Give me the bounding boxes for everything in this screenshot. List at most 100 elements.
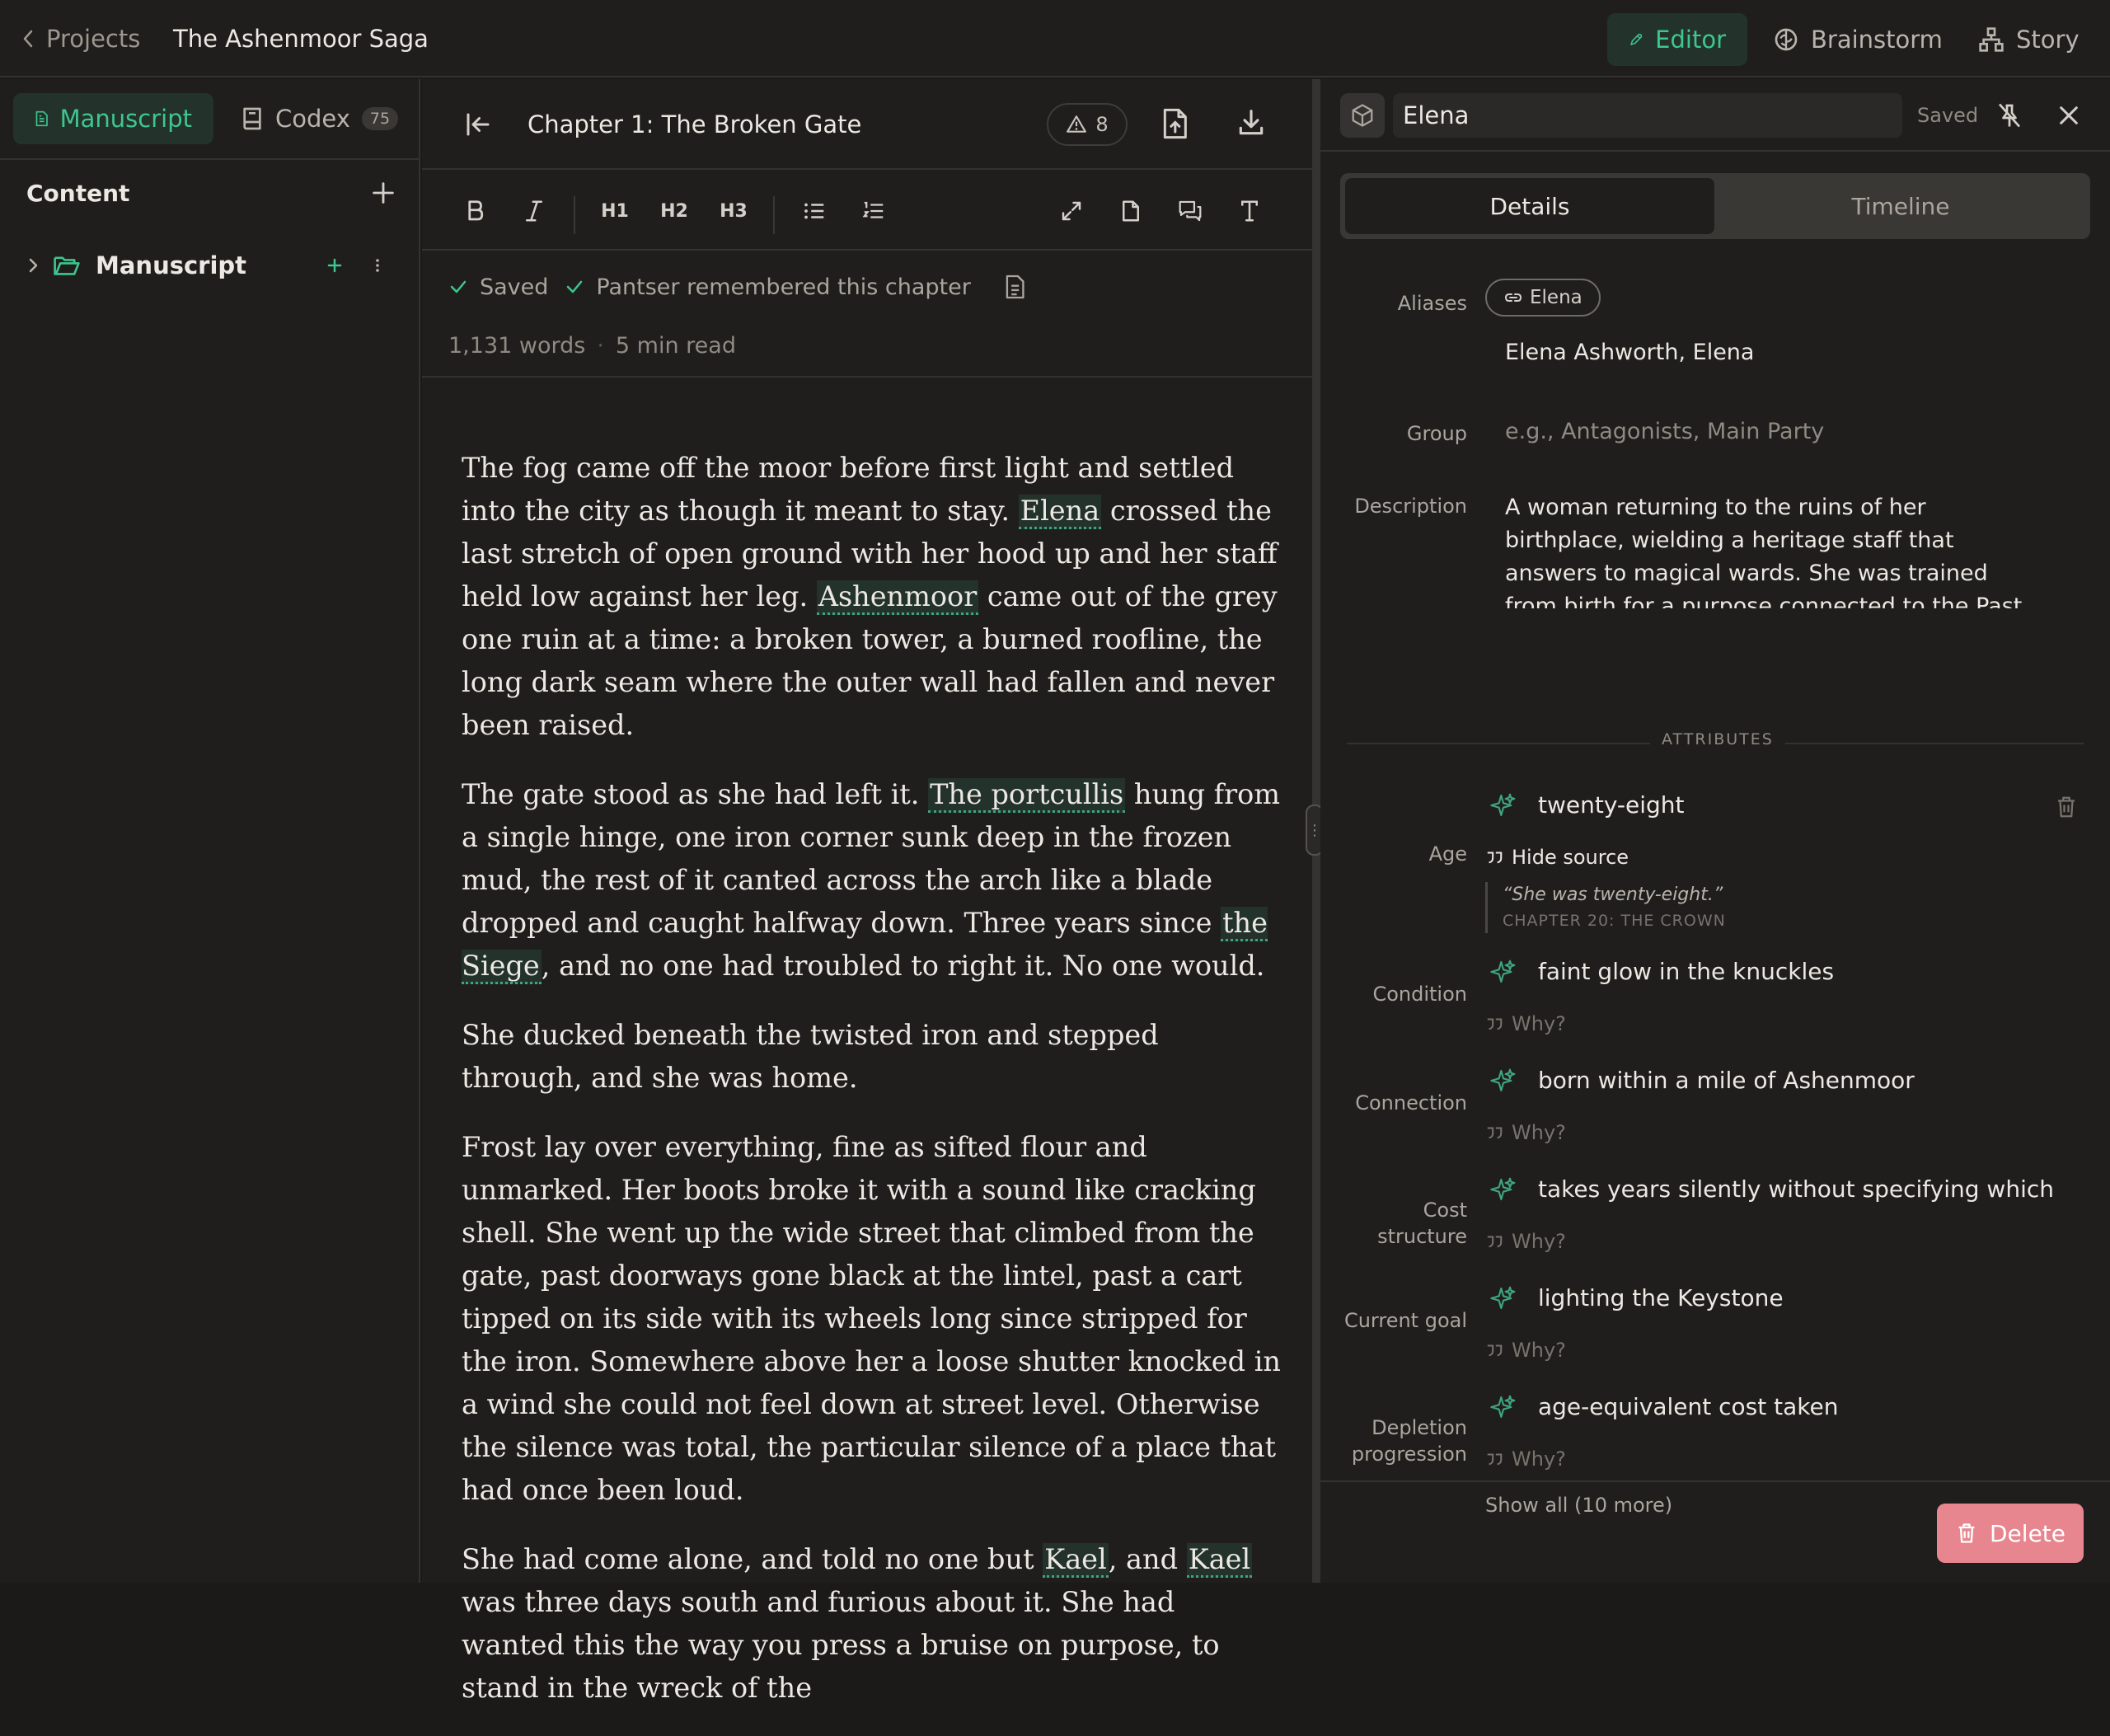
word-count: 1,131 words	[448, 333, 586, 359]
tab-editor[interactable]: Editor	[1607, 13, 1747, 66]
book-icon	[243, 107, 261, 130]
why-link[interactable]: Why?	[1485, 1121, 1566, 1144]
sidebar-tab-codex[interactable]: Codex 75	[219, 93, 420, 144]
paragraph[interactable]: The gate stood as she had left it. The p…	[462, 773, 1286, 988]
entity-type-button[interactable]	[1340, 93, 1385, 138]
heading-2-button[interactable]: H2	[651, 171, 697, 251]
tab-story[interactable]: Story	[1957, 13, 2101, 66]
paragraph[interactable]: She ducked beneath the twisted iron and …	[462, 1014, 1286, 1100]
italic-button[interactable]	[511, 171, 557, 251]
check-icon	[450, 280, 467, 293]
tree-item-manuscript[interactable]: Manuscript	[25, 244, 397, 287]
description-textarea[interactable]: A woman returning to the ruins of her bi…	[1505, 491, 2033, 608]
sidebar-tab-manuscript[interactable]: Manuscript	[13, 93, 213, 144]
text-icon	[1241, 200, 1258, 222]
description-label: Description	[1354, 495, 1467, 518]
attribute-value[interactable]: age-equivalent cost taken	[1490, 1393, 2057, 1420]
more-vertical-icon[interactable]	[368, 256, 387, 275]
top-bar: Projects The Ashenmoor Saga Editor Brain…	[0, 0, 2110, 77]
entity-mention[interactable]: Kael	[1043, 1543, 1109, 1578]
why-link[interactable]: Why?	[1485, 1012, 1566, 1035]
hide-source-toggle[interactable]: Hide source	[1485, 846, 1629, 869]
attribute-value[interactable]: takes years silently without specifying …	[1490, 1175, 2057, 1203]
toolbar-separator	[773, 196, 775, 234]
entity-mention[interactable]: Kael	[1186, 1543, 1253, 1578]
page-button[interactable]	[1108, 171, 1154, 251]
alias-chip[interactable]: Elena	[1485, 279, 1601, 317]
close-icon[interactable]	[2056, 102, 2082, 129]
notes-icon[interactable]	[1004, 274, 1025, 300]
panel-saved-status: Saved	[1917, 104, 1979, 127]
heading-3-button[interactable]: H3	[710, 171, 757, 251]
attribute-value[interactable]: born within a mile of Ashenmoor	[1490, 1067, 2057, 1094]
why-link[interactable]: Why?	[1485, 1230, 1566, 1253]
comments-icon	[1179, 200, 1202, 222]
paragraph-text: , and no one had troubled to right it. N…	[541, 950, 1265, 982]
paragraph-text: She ducked beneath the twisted iron and …	[462, 1019, 1159, 1094]
italic-icon	[526, 200, 542, 222]
hide-source-label: Hide source	[1512, 846, 1629, 869]
hierarchy-icon	[1979, 27, 2004, 52]
sidebar-divider	[0, 158, 419, 160]
sparkle-icon	[1490, 1286, 1516, 1309]
attribute-value-text: lighting the Keystone	[1538, 1284, 1784, 1311]
sparkle-icon	[1490, 1395, 1516, 1418]
entity-mention[interactable]: The portcullis	[928, 778, 1126, 813]
tree-item-label: Manuscript	[96, 251, 247, 279]
download-icon[interactable]	[1236, 107, 1267, 138]
collapse-sidebar-icon[interactable]	[463, 110, 493, 139]
manuscript-text[interactable]: The fog came off the moor before first l…	[462, 447, 1286, 1736]
paragraph[interactable]: The fog came off the moor before first l…	[462, 447, 1286, 747]
attribute-value[interactable]: faint glow in the knuckles	[1490, 958, 2057, 985]
trash-icon[interactable]	[2054, 795, 2079, 819]
add-content-button[interactable]	[369, 179, 397, 207]
bold-button[interactable]	[452, 171, 498, 251]
entity-mention[interactable]: Ashenmoor	[816, 580, 979, 615]
plus-icon	[373, 182, 394, 204]
back-to-projects-link[interactable]: Projects	[21, 0, 140, 77]
project-title: The Ashenmoor Saga	[173, 25, 429, 53]
paragraph[interactable]: Frost lay over everything, fine as sifte…	[462, 1126, 1286, 1512]
chapter-title[interactable]: Chapter 1: The Broken Gate	[528, 79, 861, 170]
export-file-icon[interactable]	[1160, 107, 1189, 140]
save-status-row: Saved Pantser remembered this chapter	[448, 274, 1025, 300]
folder-open-icon	[54, 256, 80, 275]
delete-entity-button[interactable]: Delete	[1937, 1504, 2084, 1563]
show-all-attributes-link[interactable]: Show all (10 more)	[1485, 1494, 1672, 1517]
age-value[interactable]: twenty-eight	[1490, 791, 2057, 819]
attribute-value[interactable]: lighting the Keystone	[1490, 1284, 2057, 1311]
expand-button[interactable]	[1048, 171, 1095, 251]
paragraph[interactable]: She had come alone, and told no one but …	[462, 1538, 1286, 1710]
aliases-label: Aliases	[1397, 292, 1467, 315]
tab-details[interactable]: Details	[1345, 178, 1714, 234]
why-link[interactable]: Why?	[1485, 1339, 1566, 1362]
attribute-value-text: takes years silently without specifying …	[1538, 1175, 2054, 1203]
sparkle-icon	[1490, 959, 1516, 983]
tab-brainstorm-label: Brainstorm	[1811, 26, 1943, 54]
attribute-label: Connection	[1355, 1091, 1467, 1114]
tab-timeline[interactable]: Timeline	[1716, 178, 2085, 234]
attribute-value-text: age-equivalent cost taken	[1538, 1393, 1839, 1420]
alias-chip-label: Elena	[1530, 287, 1582, 308]
numbered-list-button[interactable]	[851, 171, 897, 251]
attribute-value-text: born within a mile of Ashenmoor	[1538, 1067, 1915, 1094]
entity-mention[interactable]: Elena	[1018, 495, 1102, 529]
chevron-left-icon	[23, 30, 33, 48]
entity-name-input[interactable]: Elena	[1393, 93, 1902, 138]
bullet-list-button[interactable]	[791, 171, 837, 251]
comments-button[interactable]	[1167, 171, 1213, 251]
heading-1-button[interactable]: H1	[592, 171, 638, 251]
aliases-value[interactable]: Elena Ashworth, Elena	[1505, 340, 1754, 365]
why-label: Why?	[1512, 1447, 1566, 1471]
stats-separator: ·	[597, 333, 604, 359]
attributes-heading: ATTRIBUTES	[1650, 730, 1785, 748]
group-input[interactable]: e.g., Antagonists, Main Party	[1505, 419, 1824, 444]
typography-button[interactable]	[1226, 171, 1273, 251]
entity-panel-header: Elena Saved	[1320, 79, 2110, 152]
plus-icon[interactable]	[325, 256, 345, 275]
unpin-icon[interactable]	[1995, 101, 2024, 130]
why-link[interactable]: Why?	[1485, 1447, 1566, 1471]
tab-brainstorm[interactable]: Brainstorm	[1751, 13, 1964, 66]
warnings-button[interactable]: 8	[1047, 103, 1128, 146]
chevron-right-icon[interactable]	[25, 256, 41, 275]
